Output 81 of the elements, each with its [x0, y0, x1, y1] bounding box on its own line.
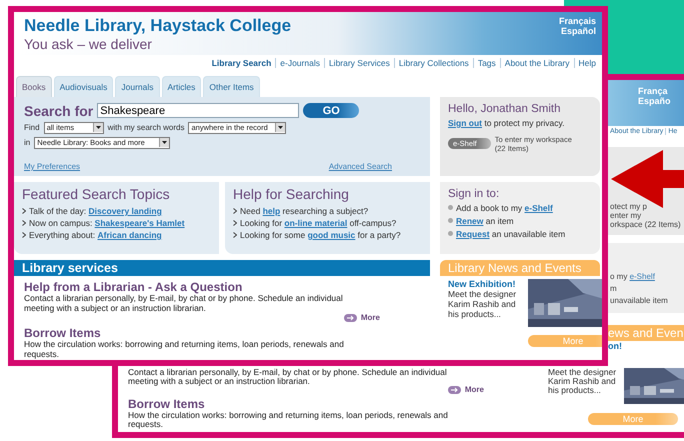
sign-in-text: Renew an item [456, 216, 514, 226]
field-label: in [24, 138, 30, 148]
bullet-icon [448, 205, 453, 210]
topic-text: Looking for some good music for a party? [240, 230, 401, 240]
panel-title: Sign in to: [448, 188, 500, 200]
nav-link[interactable]: Library Collections [394, 58, 473, 68]
link[interactable]: Renew [456, 216, 484, 226]
sign-in-text: Request an unavailable item [456, 228, 566, 239]
news-header: Library News and Events [440, 260, 600, 276]
news-header: ews and Even [608, 325, 684, 341]
tab[interactable]: Articles [162, 76, 202, 97]
language-link[interactable]: Français [558, 16, 596, 26]
more-link[interactable]: More [344, 313, 380, 322]
service-description: How the circulation works: borrowing and returning items, loan periods, renewals and requests. [127, 411, 449, 430]
tab[interactable]: Other Items [203, 76, 260, 97]
section-header: Library services [14, 260, 430, 276]
language-link[interactable]: França [638, 86, 684, 96]
news-headline[interactable]: New Exhibition! [448, 278, 524, 289]
sign-in-text: Add a book to my e-Shelf [456, 202, 553, 213]
field-label: Find [24, 123, 40, 132]
topic-text: Looking for on-line material off-campus? [240, 218, 396, 228]
link[interactable]: Discovery landing [88, 206, 162, 216]
tab[interactable]: Books [16, 76, 52, 97]
go-button[interactable]: GO [303, 103, 360, 118]
nav-link[interactable]: Help [574, 58, 600, 68]
dropdown-caret-icon[interactable] [92, 123, 103, 132]
link[interactable]: Sign out [448, 118, 482, 128]
field-label: with my search words [108, 123, 184, 132]
news-text: Meet the designer Karim Rashib and his products... [448, 288, 518, 319]
service-title[interactable]: Borrow Items [14, 322, 430, 340]
nav-link[interactable]: Library Search [208, 58, 276, 68]
panel-text: orkspace (22 Items) [610, 220, 682, 229]
link[interactable]: on-line material [284, 218, 348, 228]
panel-text: unavailable item [610, 296, 669, 305]
dropdown-caret-icon[interactable] [159, 138, 170, 148]
panel-text: o my e-Shelf [610, 272, 656, 281]
search-label: Search for [24, 102, 94, 119]
dropdown-caret-icon[interactable] [275, 123, 286, 132]
greeting: Hello, Jonathan Smith [448, 102, 562, 115]
link[interactable]: e-Shelf [630, 272, 655, 281]
link[interactable]: African dancing [98, 230, 162, 240]
more-link[interactable]: More [448, 386, 484, 394]
language-link[interactable]: Españo [638, 96, 684, 106]
tagline: You ask – we deliver [24, 36, 153, 52]
link[interactable]: Shakespeare's Hamlet [94, 218, 185, 228]
topic-text: Everything about: African dancing [29, 230, 162, 240]
nav-link[interactable]: e-Journals [275, 58, 324, 68]
topic-text: Need help researching a subject? [240, 206, 368, 216]
service-title[interactable]: Help from a Librarian - Ask a Question [14, 276, 430, 294]
news-text: Meet the designer Karim Rashib and his products... [548, 368, 618, 398]
link[interactable]: e-Shelf [524, 202, 553, 213]
panel-text: enter my [610, 211, 642, 220]
link[interactable]: Request [456, 228, 490, 239]
topic-text: Talk of the day: Discovery landing [29, 206, 162, 216]
nav-link[interactable]: Library Services [324, 58, 394, 68]
service-description: Contact a librarian personally, by E-mail, by chat or by phone. Schedule an individual meeting with a subject or an instruction librarian. [127, 368, 448, 386]
nav-link[interactable]: About the Library [500, 58, 574, 68]
panel-text: m [610, 284, 618, 293]
link[interactable]: good music [308, 230, 356, 240]
bullet-icon [448, 218, 453, 224]
tab[interactable]: Journals [115, 76, 160, 97]
sign-out-text: Sign out to protect my privacy. [448, 118, 566, 128]
preferences-link[interactable]: My Preferences [24, 162, 80, 171]
arrow-icon [448, 386, 461, 394]
card-title: Help for Searching [233, 186, 350, 202]
tab[interactable]: Audiovisuals [54, 76, 114, 97]
advanced-search-link[interactable]: Advanced Search [328, 162, 392, 171]
search-field[interactable]: Shakespeare [97, 103, 300, 118]
bullet-icon [448, 231, 453, 236]
service-description: Contact a librarian personally, by E-mail, by chat or by phone. Schedule an individual meeting with a subject or an instruction librarian. [23, 294, 344, 314]
link[interactable]: help [262, 206, 280, 216]
language-link[interactable]: Español [560, 26, 596, 36]
panel-text: otect my p [610, 202, 648, 211]
topic-text: Now on campus: Shakespeare's Hamlet [29, 218, 185, 228]
nav-link[interactable]: Tags [472, 58, 500, 68]
service-description: How the circulation works: borrowing and returning items, loan periods, renewals and requests. [23, 340, 345, 360]
card-title: Featured Search Topics [22, 186, 171, 202]
arrow-icon [344, 314, 357, 322]
service-title[interactable]: Borrow Items [118, 394, 534, 412]
site-title: Needle Library, Haystack College [24, 16, 292, 36]
news-headline[interactable]: on! [608, 341, 684, 351]
